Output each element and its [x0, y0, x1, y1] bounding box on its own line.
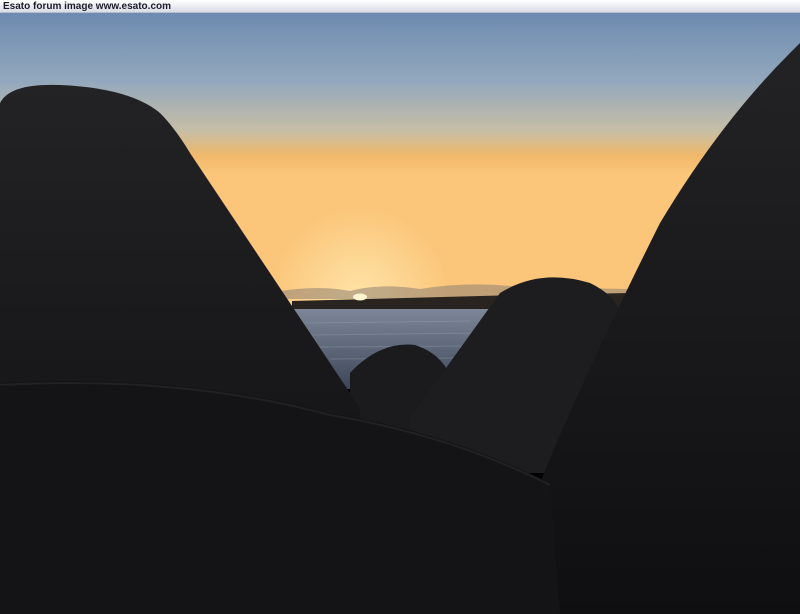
- photo-frame: Esato forum image www.esato.com: [0, 0, 800, 614]
- sunset-photo: [0, 13, 800, 614]
- sun: [353, 293, 367, 301]
- watermark-caption: Esato forum image www.esato.com: [3, 1, 172, 12]
- watermark-bar: Esato forum image www.esato.com: [0, 0, 800, 13]
- photo-scene: [0, 13, 800, 614]
